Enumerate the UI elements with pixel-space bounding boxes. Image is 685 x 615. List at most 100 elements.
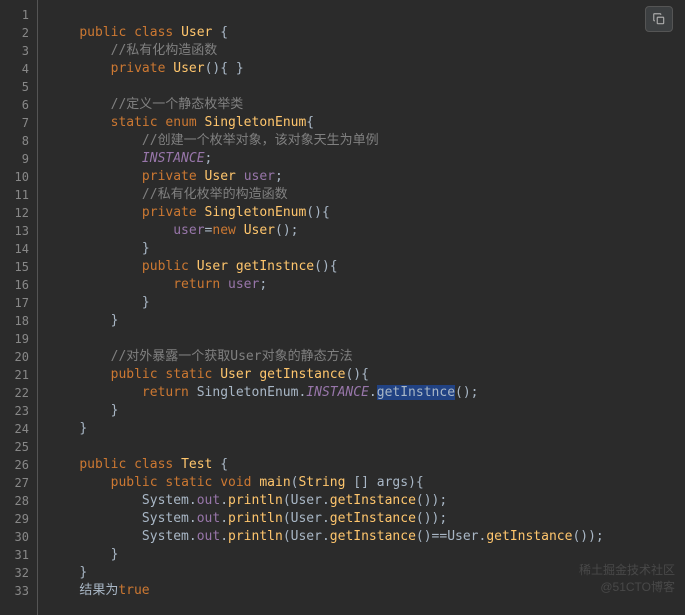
token-punc: ()); (572, 529, 603, 544)
token-punc: } (111, 547, 119, 562)
token-cls: User (220, 367, 259, 382)
code-line: System.out.println(User.getInstance()); (48, 510, 685, 528)
token-kw: private (142, 169, 205, 184)
token-kw: public static void (111, 475, 260, 490)
token-const: INSTANCE (306, 385, 369, 400)
token-kw: return (173, 277, 228, 292)
line-number: 12 (0, 204, 37, 222)
code-line (48, 6, 685, 24)
code-line: System.out.println(User.getInstance()==U… (48, 528, 685, 546)
code-line: return user; (48, 276, 685, 294)
token-kw: private (142, 205, 205, 220)
token-punc: { (220, 457, 228, 472)
line-number: 16 (0, 276, 37, 294)
code-line: } (48, 312, 685, 330)
line-number: 7 (0, 114, 37, 132)
code-line: INSTANCE; (48, 150, 685, 168)
token-comment: //私有化枚举的构造函数 (142, 187, 288, 202)
token-punc: { (306, 115, 314, 130)
token-punc: . (220, 493, 228, 508)
token-method: getInstance (486, 529, 572, 544)
line-number: 10 (0, 168, 37, 186)
line-number: 6 (0, 96, 37, 114)
token-punc: } (142, 295, 150, 310)
token-comment: //对外暴露一个获取User对象的静态方法 (111, 349, 353, 364)
token-cls: User (181, 25, 220, 40)
code-editor: 1234567891011121314151617181920212223242… (0, 0, 685, 615)
token-method: println (228, 493, 283, 508)
token-cls: User (197, 259, 236, 274)
line-number: 29 (0, 510, 37, 528)
line-number: 14 (0, 240, 37, 258)
token-punc: } (111, 313, 119, 328)
token-punc: ()); (416, 511, 447, 526)
line-number: 3 (0, 42, 37, 60)
token-punc: ; (275, 169, 283, 184)
code-line (48, 78, 685, 96)
token-punc: (); (455, 385, 478, 400)
token-punc: } (111, 403, 119, 418)
token-punc: ; (259, 277, 267, 292)
token-punc: (){ } (205, 61, 244, 76)
code-line (48, 330, 685, 348)
token-type: System. (142, 493, 197, 508)
token-punc: (){ (345, 367, 368, 382)
token-method: getInstance (330, 493, 416, 508)
code-area[interactable]: public class User { //私有化构造函数 private Us… (38, 0, 685, 615)
copy-button[interactable] (645, 6, 673, 32)
line-number: 2 (0, 24, 37, 42)
watermark: 稀土掘金技术社区 @51CTO博客 (579, 561, 675, 595)
line-number: 13 (0, 222, 37, 240)
token-punc: . (369, 385, 377, 400)
line-number: 32 (0, 564, 37, 582)
token-kw: new (212, 223, 243, 238)
token-kw: public (79, 25, 134, 40)
line-number: 1 (0, 6, 37, 24)
token-method: getInstance (330, 511, 416, 526)
token-punc: (User. (283, 493, 330, 508)
token-kw: class (134, 25, 181, 40)
code-line: static enum SingletonEnum{ (48, 114, 685, 132)
token-method: getInstance (330, 529, 416, 544)
token-field: out (197, 511, 220, 526)
token-cls: User (244, 223, 275, 238)
line-number: 15 (0, 258, 37, 276)
token-field: user (228, 277, 259, 292)
line-number: 33 (0, 582, 37, 600)
code-line: user=new User(); (48, 222, 685, 240)
code-line: } (48, 402, 685, 420)
token-punc: (); (275, 223, 298, 238)
line-gutter: 1234567891011121314151617181920212223242… (0, 0, 38, 615)
token-type: 结果为 (79, 583, 118, 598)
line-number: 23 (0, 402, 37, 420)
line-number: 9 (0, 150, 37, 168)
token-punc: (User. (283, 511, 330, 526)
code-line: private User(){ } (48, 60, 685, 78)
token-punc: (User. (283, 529, 330, 544)
token-punc: . (220, 529, 228, 544)
code-line: //私有化构造函数 (48, 42, 685, 60)
line-number: 27 (0, 474, 37, 492)
code-line: public static void main(String [] args){ (48, 474, 685, 492)
token-punc: ()==User. (416, 529, 486, 544)
token-highlight: getInstnce (377, 385, 455, 400)
line-number: 17 (0, 294, 37, 312)
code-line: return SingletonEnum.INSTANCE.getInstnce… (48, 384, 685, 402)
token-method: println (228, 511, 283, 526)
token-method: main (259, 475, 290, 490)
token-kw: static enum (111, 115, 205, 130)
line-number: 28 (0, 492, 37, 510)
line-number: 22 (0, 384, 37, 402)
line-number: 8 (0, 132, 37, 150)
token-cls: Test (181, 457, 220, 472)
token-cls: SingletonEnum (205, 115, 307, 130)
code-line (48, 438, 685, 456)
code-line: public class Test { (48, 456, 685, 474)
token-punc: (){ (314, 259, 337, 274)
token-method: getInstance (259, 367, 345, 382)
token-punc: { (220, 25, 228, 40)
code-line: public User getInstnce(){ (48, 258, 685, 276)
token-kw: public (142, 259, 197, 274)
token-punc: } (79, 421, 87, 436)
code-line: private SingletonEnum(){ (48, 204, 685, 222)
